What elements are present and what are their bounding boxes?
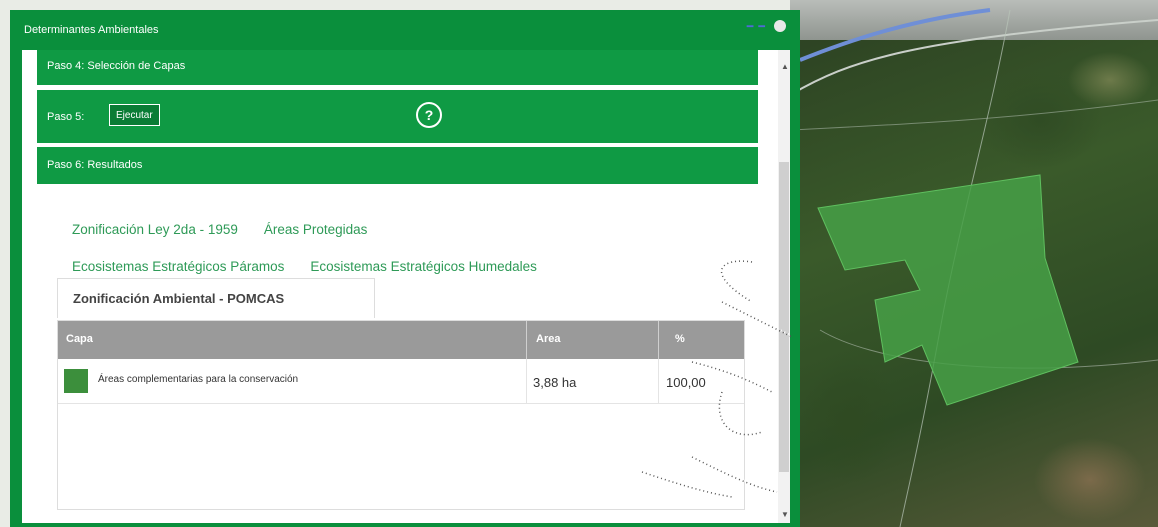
tab-areas-protegidas[interactable]: Áreas Protegidas — [264, 222, 368, 237]
column-header-capa: Capa — [66, 333, 93, 345]
cell-capa: Áreas complementarias para la conservaci… — [98, 374, 299, 385]
panel-scrollbar[interactable]: ▲ ▼ — [778, 50, 790, 523]
cell-area: 3,88 ha — [533, 375, 577, 390]
column-divider — [658, 321, 659, 359]
layer-color-swatch — [64, 369, 88, 393]
cell-percent: 100,00 — [666, 375, 706, 390]
close-icon[interactable] — [774, 20, 786, 32]
panel-title: Determinantes Ambientales — [24, 24, 159, 36]
column-header-area: Area — [536, 333, 561, 345]
scroll-up-icon[interactable]: ▲ — [781, 62, 789, 71]
column-header-percent: % — [675, 333, 685, 345]
determinantes-panel: Determinantes Ambientales ━ ━ Paso 4: Se… — [10, 10, 800, 527]
panel-titlebar: Determinantes Ambientales ━ ━ — [10, 10, 800, 50]
result-tabs-row-2: Ecosistemas Estratégicos Páramos Ecosist… — [72, 259, 537, 274]
tab-paramos[interactable]: Ecosistemas Estratégicos Páramos — [72, 259, 284, 274]
map-view[interactable] — [790, 0, 1158, 527]
column-divider — [526, 321, 527, 359]
tab-zonificacion-ley[interactable]: Zonificación Ley 2da - 1959 — [72, 222, 238, 237]
step-6-label: Paso 6: Resultados — [47, 159, 143, 171]
step-4-label: Paso 4: Selección de Capas — [47, 60, 186, 72]
results-table: Capa Area % Áreas complementarias para l… — [57, 320, 745, 510]
panel-content: Paso 4: Selección de Capas Paso 5: Ejecu… — [22, 50, 790, 523]
step-4-header[interactable]: Paso 4: Selección de Capas — [37, 50, 758, 85]
scroll-down-icon[interactable]: ▼ — [781, 510, 789, 519]
column-divider — [526, 359, 527, 403]
tab-zonificacion-pomcas[interactable]: Zonificación Ambiental - POMCAS — [57, 278, 375, 318]
column-divider — [658, 359, 659, 403]
minimize-icon[interactable]: ━ ━ — [747, 20, 766, 33]
step-5-header: Paso 5: Ejecutar ? — [37, 90, 758, 143]
table-header: Capa Area % — [58, 321, 744, 359]
map-overlay — [790, 8, 1158, 527]
execute-button[interactable]: Ejecutar — [109, 104, 160, 126]
result-tabs-row-1: Zonificación Ley 2da - 1959 Áreas Proteg… — [72, 222, 367, 237]
tab-humedales[interactable]: Ecosistemas Estratégicos Humedales — [310, 259, 537, 274]
help-icon[interactable]: ? — [416, 102, 442, 128]
selected-area-polygon — [817, 174, 1079, 406]
step-5-label: Paso 5: — [47, 111, 85, 123]
table-row[interactable]: Áreas complementarias para la conservaci… — [58, 359, 744, 404]
step-6-header[interactable]: Paso 6: Resultados — [37, 147, 758, 184]
scroll-thumb[interactable] — [779, 162, 789, 472]
window-controls: ━ ━ — [747, 20, 786, 33]
